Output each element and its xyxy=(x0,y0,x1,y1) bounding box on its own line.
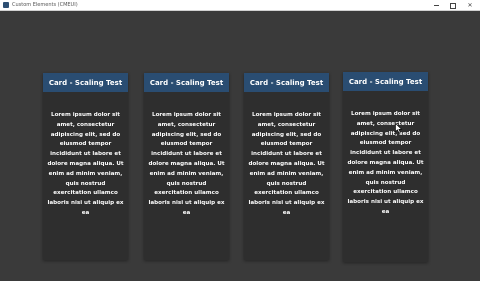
card-header: Card - Scaling Test xyxy=(144,73,229,92)
maximize-button[interactable] xyxy=(445,0,461,11)
card-header: Card - Scaling Test xyxy=(343,72,428,91)
card-body: Lorem ipsum dolor sit amet, consectetur … xyxy=(148,112,225,216)
close-icon: ✕ xyxy=(467,1,473,9)
card: Card - Scaling Test Lorem ipsum dolor si… xyxy=(343,72,428,262)
card-body: Lorem ipsum dolor sit amet, consectetur … xyxy=(47,112,124,216)
minimize-icon xyxy=(433,5,439,6)
card: Card - Scaling Test Lorem ipsum dolor si… xyxy=(244,73,329,260)
card-header: Card - Scaling Test xyxy=(43,73,128,92)
card: Card - Scaling Test Lorem ipsum dolor si… xyxy=(144,73,229,260)
card-body: Lorem ipsum dolor sit amet, consectetur … xyxy=(347,111,424,215)
close-button[interactable]: ✕ xyxy=(462,0,478,11)
window-titlebar[interactable]: Custom Elements (CMEUI) ✕ xyxy=(0,0,480,11)
minimize-button[interactable] xyxy=(428,0,444,11)
card-body: Lorem ipsum dolor sit amet, consectetur … xyxy=(248,112,325,216)
app-icon xyxy=(3,2,9,8)
maximize-icon xyxy=(450,2,456,9)
card-header: Card - Scaling Test xyxy=(244,73,329,92)
card: Card - Scaling Test Lorem ipsum dolor si… xyxy=(43,73,128,260)
window-title: Custom Elements (CMEUI) xyxy=(12,2,78,8)
mouse-cursor-icon xyxy=(395,123,403,134)
